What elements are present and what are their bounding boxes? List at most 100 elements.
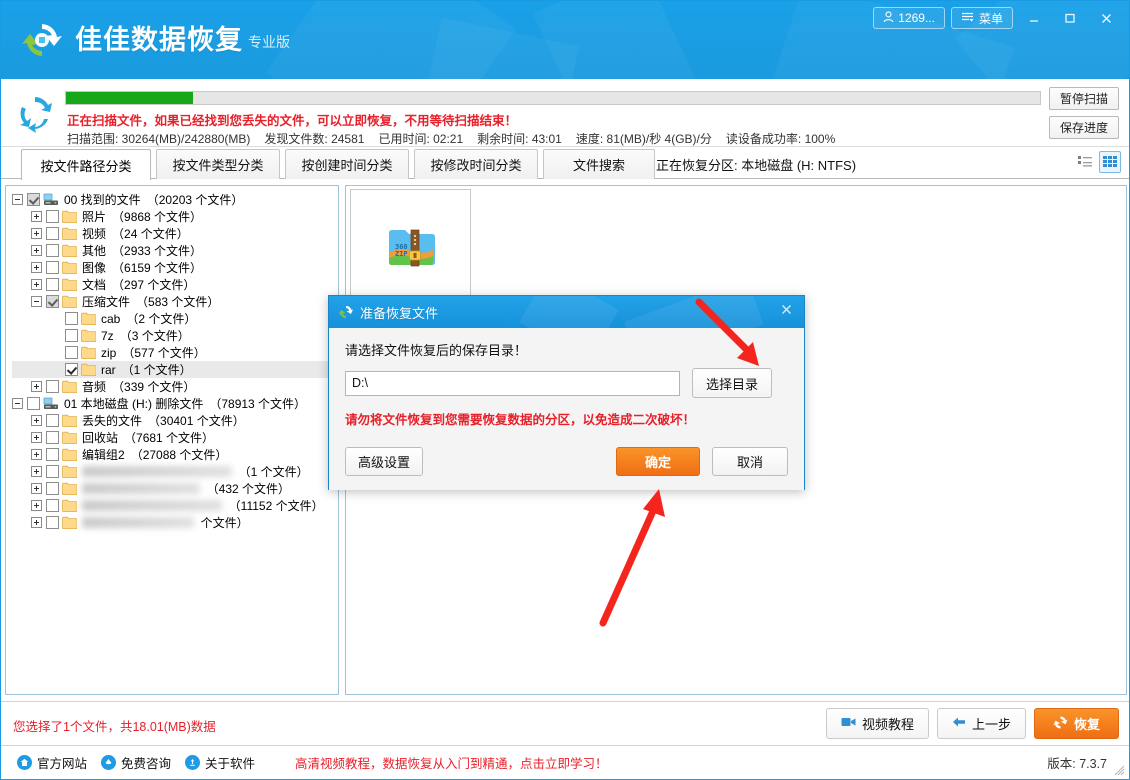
promo-text[interactable]: 高清视频教程，数据恢复从入门到精通，点击立即学习！ [295, 753, 608, 772]
status-link-label: 关于软件 [205, 757, 256, 771]
tree-node-checkbox[interactable] [46, 448, 59, 461]
tree-node-checkbox[interactable] [27, 193, 40, 206]
tree-node-checkbox[interactable] [46, 499, 59, 512]
list-view-button[interactable] [1074, 151, 1096, 173]
previous-step-button[interactable]: 上一步 [936, 708, 1026, 739]
tree-node[interactable]: （432 个文件） [12, 480, 338, 497]
tree-node-checkbox[interactable] [46, 261, 59, 274]
collapse-icon[interactable] [12, 398, 23, 409]
tab-0[interactable]: 按文件路径分类 [21, 149, 151, 180]
browse-directory-button[interactable]: 选择目录 [692, 368, 772, 398]
grid-view-button[interactable] [1099, 151, 1121, 173]
tree-node-checkbox[interactable] [46, 516, 59, 529]
tree-node-name: rar [101, 362, 116, 377]
expand-icon[interactable] [31, 245, 42, 256]
save-progress-button[interactable]: 保存进度 [1049, 116, 1119, 139]
maximize-button[interactable] [1055, 6, 1085, 30]
tree-node-checkbox[interactable] [27, 397, 40, 410]
tree-node-checkbox[interactable] [46, 482, 59, 495]
tree-node[interactable]: 01 本地磁盘 (H:) 删除文件 （78913 个文件） [12, 395, 338, 412]
advanced-settings-button[interactable]: 高级设置 [345, 447, 424, 476]
tree-node[interactable]: 其他 （2933 个文件） [12, 242, 338, 259]
video-camera-icon [841, 716, 856, 731]
tree-node[interactable]: 丢失的文件 （30401 个文件） [12, 412, 338, 429]
tree-node[interactable]: 视频 （24 个文件） [12, 225, 338, 242]
folder-icon [62, 295, 77, 308]
tree-node[interactable]: 压缩文件 （583 个文件） [12, 293, 338, 310]
tree-node-file-count: （1 个文件） [238, 465, 309, 479]
tree-node-checkbox[interactable] [46, 244, 59, 257]
expand-icon[interactable] [31, 279, 42, 290]
tree-node-name: cab [101, 311, 121, 326]
tree-node[interactable]: 回收站 （7681 个文件） [12, 429, 338, 446]
minimize-button[interactable] [1019, 6, 1049, 30]
tree-node[interactable]: 编辑组2 （27088 个文件） [12, 446, 338, 463]
expand-icon[interactable] [31, 466, 42, 477]
expand-icon[interactable] [31, 517, 42, 528]
tab-4[interactable]: 文件搜索 [543, 149, 655, 179]
dialog-close-button[interactable] [774, 300, 798, 324]
recover-button[interactable]: 恢复 [1033, 708, 1119, 739]
tree-node[interactable]: 音频 （339 个文件） [12, 378, 338, 395]
expand-icon[interactable] [31, 211, 42, 222]
collapse-icon[interactable] [31, 296, 42, 307]
tree-node-checkbox[interactable] [46, 278, 59, 291]
tree-node[interactable]: 7z （3 个文件） [12, 327, 338, 344]
tab-3[interactable]: 按修改时间分类 [414, 149, 538, 179]
expand-icon[interactable] [31, 432, 42, 443]
video-tutorial-button[interactable]: 视频教程 [825, 708, 929, 739]
scan-progress-bar [65, 91, 1041, 105]
close-button[interactable] [1091, 6, 1121, 30]
collapse-icon[interactable] [12, 194, 23, 205]
cancel-button[interactable]: 取消 [712, 447, 788, 476]
expand-icon[interactable] [31, 415, 42, 426]
expand-icon[interactable] [31, 449, 42, 460]
tree-node-checkbox[interactable] [65, 346, 78, 359]
tree-node-checkbox[interactable] [65, 363, 78, 376]
tree-node[interactable]: 图像 （6159 个文件） [12, 259, 338, 276]
tab-2[interactable]: 按创建时间分类 [285, 149, 409, 179]
tree-node-checkbox[interactable] [46, 414, 59, 427]
tree-node[interactable]: （11152 个文件） [12, 497, 338, 514]
folder-icon [81, 363, 96, 376]
status-link-2[interactable]: 关于软件 [185, 753, 255, 772]
tree-node-checkbox[interactable] [46, 465, 59, 478]
tree-node-file-count: （577 个文件） [122, 346, 206, 360]
expand-icon[interactable] [31, 381, 42, 392]
info-icon [185, 755, 201, 770]
resize-grip-icon[interactable] [1113, 764, 1125, 776]
expand-icon[interactable] [31, 500, 42, 511]
tree-node[interactable]: 文档 （297 个文件） [12, 276, 338, 293]
status-link-1[interactable]: 免费咨询 [101, 753, 171, 772]
folder-icon [62, 380, 77, 393]
tree-node[interactable]: （1 个文件） [12, 463, 338, 480]
tree-node[interactable]: 00 找到的文件 （20203 个文件） [12, 191, 338, 208]
tree-node-file-count: （432 个文件） [206, 482, 291, 496]
tree-node-checkbox[interactable] [46, 295, 59, 308]
tree-node-checkbox[interactable] [65, 312, 78, 325]
tree-node[interactable]: 照片 （9868 个文件） [12, 208, 338, 225]
pause-scan-button[interactable]: 暂停扫描 [1049, 87, 1119, 110]
decor-shape [423, 17, 579, 79]
file-tree-panel[interactable]: 00 找到的文件 （20203 个文件） 照片 （9868 个文件） 视频 （24 个文件… [5, 185, 339, 695]
tree-node[interactable]: 个文件） [12, 514, 338, 531]
tree-node-checkbox[interactable] [46, 227, 59, 240]
tree-node[interactable]: cab （2 个文件） [12, 310, 338, 327]
status-link-0[interactable]: 官方网站 [17, 753, 87, 772]
expand-icon[interactable] [31, 483, 42, 494]
expand-icon[interactable] [31, 228, 42, 239]
destination-path-input[interactable]: D:\ [345, 370, 680, 396]
tree-node-checkbox[interactable] [46, 210, 59, 223]
tree-node-checkbox[interactable] [65, 329, 78, 342]
menu-button[interactable]: 菜单 [950, 7, 1013, 29]
file-thumbnail-item[interactable]: 360 ZIP [350, 189, 471, 304]
tree-node-file-count: （297 个文件） [112, 278, 196, 292]
tree-node[interactable]: rar （1 个文件） [12, 361, 338, 378]
confirm-button[interactable]: 确定 [616, 447, 700, 476]
tree-node-checkbox[interactable] [46, 380, 59, 393]
user-account-button[interactable]: 1269... [873, 7, 945, 29]
tab-1[interactable]: 按文件类型分类 [156, 149, 280, 179]
tree-node[interactable]: zip （577 个文件） [12, 344, 338, 361]
tree-node-checkbox[interactable] [46, 431, 59, 444]
expand-icon[interactable] [31, 262, 42, 273]
